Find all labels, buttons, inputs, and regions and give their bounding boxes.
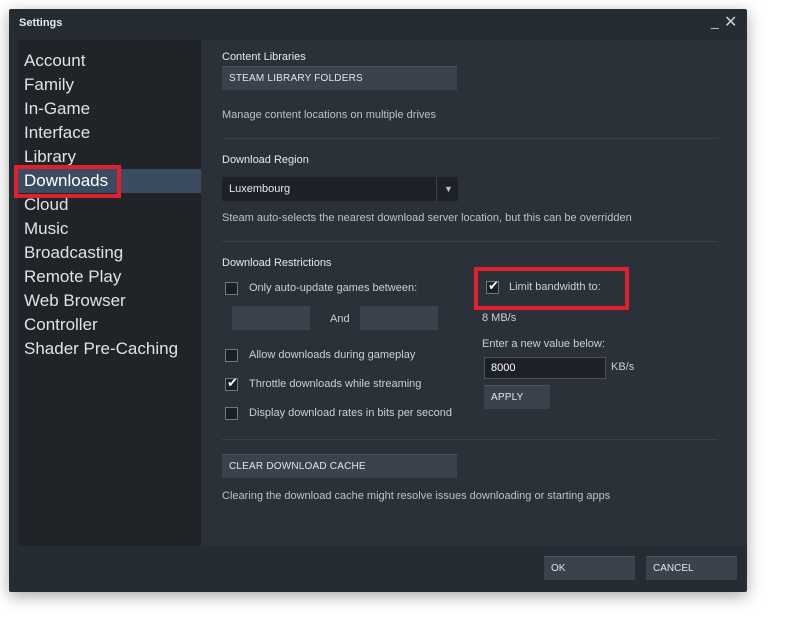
sidebar: Account Family In-Game Interface Library…: [18, 40, 201, 546]
content-libraries-heading: Content Libraries: [222, 51, 306, 63]
chevron-down-icon: ▼: [444, 184, 453, 194]
auto-update-end-time[interactable]: [360, 306, 438, 330]
bits-per-second-checkbox[interactable]: [225, 407, 238, 420]
divider: [222, 439, 718, 440]
auto-update-start-time[interactable]: [232, 306, 310, 330]
window-title: Settings: [19, 17, 63, 29]
downloads-highlight-box: [14, 165, 121, 198]
sidebar-item-web-browser[interactable]: Web Browser: [18, 289, 201, 313]
download-region-heading: Download Region: [222, 154, 309, 166]
close-icon[interactable]: ✕: [724, 12, 737, 32]
sidebar-item-broadcasting[interactable]: Broadcasting: [18, 241, 201, 265]
clear-cache-description: Clearing the download cache might resolv…: [222, 490, 611, 502]
download-region-description: Steam auto-selects the nearest download …: [222, 212, 632, 224]
and-label: And: [330, 313, 350, 325]
download-region-select[interactable]: Luxembourg ▼: [222, 177, 458, 201]
apply-button[interactable]: APPLY: [484, 385, 550, 409]
auto-update-label: Only auto-update games between:: [249, 282, 418, 294]
divider: [222, 138, 718, 139]
sidebar-item-music[interactable]: Music: [18, 217, 201, 241]
bits-per-second-label: Display download rates in bits per secon…: [249, 407, 453, 419]
download-region-value: Luxembourg: [229, 183, 291, 195]
limit-bandwidth-highlight-box: [474, 267, 629, 310]
auto-update-checkbox[interactable]: [225, 282, 238, 295]
downloads-settings-panel: Content Libraries STEAM LIBRARY FOLDERS …: [201, 40, 747, 546]
dropdown-arrow[interactable]: ▼: [436, 177, 459, 201]
allow-downloads-gameplay-label: Allow downloads during gameplay: [249, 349, 416, 361]
ok-button[interactable]: OK: [544, 556, 635, 580]
steam-library-folders-button[interactable]: STEAM LIBRARY FOLDERS: [222, 66, 457, 90]
sidebar-item-family[interactable]: Family: [18, 73, 201, 97]
clear-download-cache-button[interactable]: CLEAR DOWNLOAD CACHE: [222, 454, 457, 478]
sidebar-item-account[interactable]: Account: [18, 49, 201, 73]
divider: [222, 241, 718, 242]
title-bar: Settings _ ✕: [9, 9, 747, 39]
content-libraries-description: Manage content locations on multiple dri…: [222, 109, 437, 121]
sidebar-item-controller[interactable]: Controller: [18, 313, 201, 337]
sidebar-item-shader-pre-caching[interactable]: Shader Pre-Caching: [18, 337, 201, 361]
cancel-button[interactable]: CANCEL: [646, 556, 737, 580]
bandwidth-unit: KB/s: [611, 361, 635, 373]
minimize-icon[interactable]: _: [711, 13, 719, 29]
sidebar-item-in-game[interactable]: In-Game: [18, 97, 201, 121]
download-restrictions-heading: Download Restrictions: [222, 257, 332, 269]
checkmark-icon: ✔: [227, 375, 238, 390]
allow-downloads-gameplay-checkbox[interactable]: [225, 349, 238, 362]
throttle-streaming-checkbox[interactable]: ✔: [225, 375, 238, 391]
bandwidth-input[interactable]: 8000: [484, 357, 606, 379]
current-bandwidth-value: 8 MB/s: [482, 312, 517, 324]
throttle-streaming-label: Throttle downloads while streaming: [249, 378, 422, 390]
settings-window: Settings _ ✕ Account Family In-Game Inte…: [9, 9, 747, 592]
sidebar-item-interface[interactable]: Interface: [18, 121, 201, 145]
new-value-label: Enter a new value below:: [482, 338, 605, 350]
sidebar-item-remote-play[interactable]: Remote Play: [18, 265, 201, 289]
